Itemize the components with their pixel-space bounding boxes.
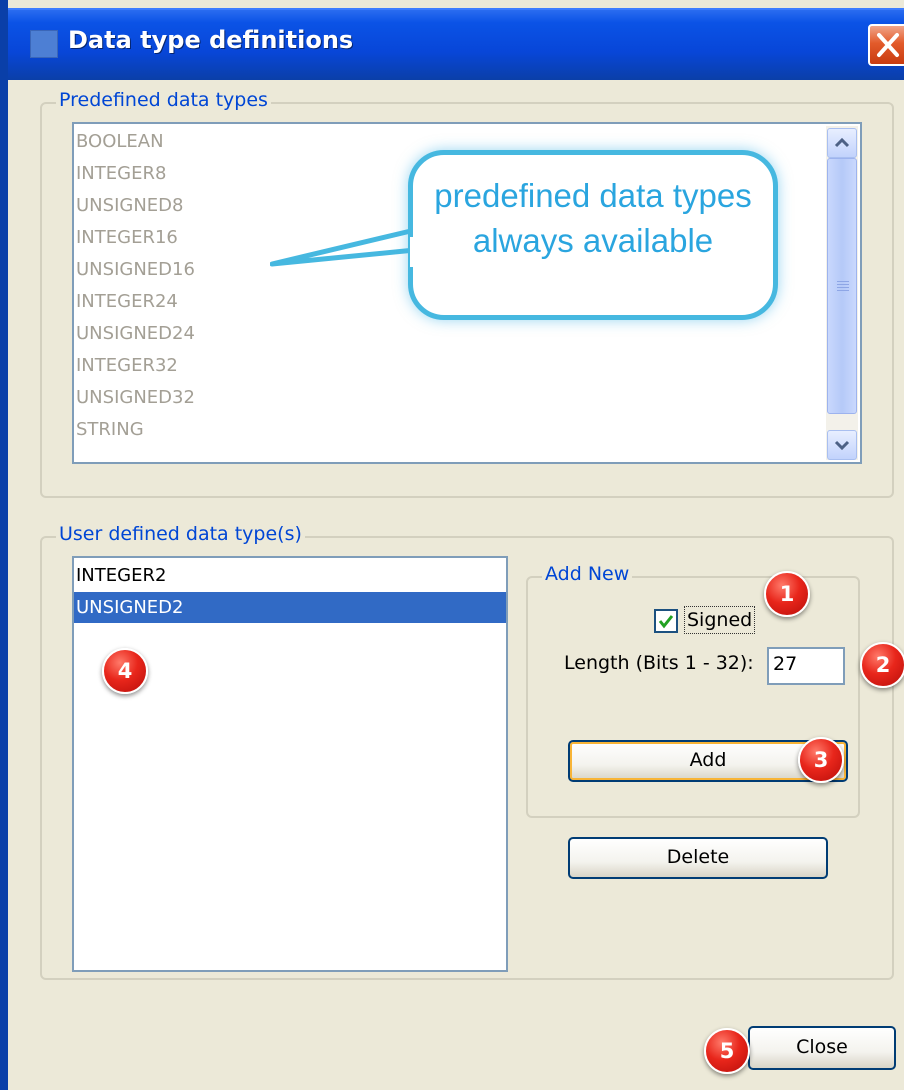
user-defined-list-item[interactable]: UNSIGNED2 bbox=[74, 592, 506, 623]
checkmark-icon bbox=[658, 615, 674, 629]
app-icon bbox=[30, 30, 58, 58]
dialog-window: Data type definitions Predefined data ty… bbox=[0, 0, 904, 1090]
chevron-down-icon bbox=[834, 440, 850, 451]
user-defined-group-label: User defined data type(s) bbox=[56, 523, 305, 545]
window-title: Data type definitions bbox=[68, 26, 354, 54]
scroll-thumb[interactable] bbox=[827, 158, 857, 414]
delete-button[interactable]: Delete bbox=[568, 837, 828, 879]
chevron-up-icon bbox=[834, 137, 850, 148]
signed-checkbox[interactable] bbox=[654, 609, 678, 633]
predefined-group-label: Predefined data types bbox=[56, 89, 271, 111]
signed-label[interactable]: Signed bbox=[684, 606, 756, 634]
add-new-group-label: Add New bbox=[542, 563, 633, 585]
length-label: Length (Bits 1 - 32): bbox=[564, 652, 754, 674]
close-icon bbox=[877, 33, 899, 57]
badge-5: 5 bbox=[704, 1028, 750, 1074]
badge-3: 3 bbox=[798, 737, 844, 783]
length-input[interactable]: 27 bbox=[767, 647, 845, 685]
callout-text: predefined data types always available bbox=[434, 177, 752, 259]
callout-tail-join bbox=[410, 237, 420, 267]
predefined-list-scrollbar[interactable] bbox=[826, 126, 858, 460]
scroll-down-button[interactable] bbox=[827, 430, 857, 460]
badge-4: 4 bbox=[102, 648, 148, 694]
badge-1: 1 bbox=[764, 571, 810, 617]
predefined-list-item[interactable]: UNSIGNED32 bbox=[74, 382, 824, 413]
scroll-up-button[interactable] bbox=[827, 128, 857, 158]
predefined-list-item[interactable]: INTEGER32 bbox=[74, 350, 824, 381]
predefined-list-item[interactable]: UNSIGNED24 bbox=[74, 318, 824, 349]
close-window-button[interactable] bbox=[868, 24, 904, 66]
close-button[interactable]: Close bbox=[748, 1026, 896, 1070]
title-bar[interactable]: Data type definitions bbox=[8, 8, 904, 80]
callout-bubble: predefined data types always available bbox=[408, 150, 778, 320]
user-defined-list-item[interactable]: INTEGER2 bbox=[74, 560, 506, 591]
callout-tail bbox=[270, 227, 416, 267]
user-defined-list[interactable]: INTEGER2 UNSIGNED2 bbox=[72, 556, 508, 972]
badge-2: 2 bbox=[860, 642, 904, 688]
predefined-list-item[interactable]: STRING bbox=[74, 414, 824, 445]
